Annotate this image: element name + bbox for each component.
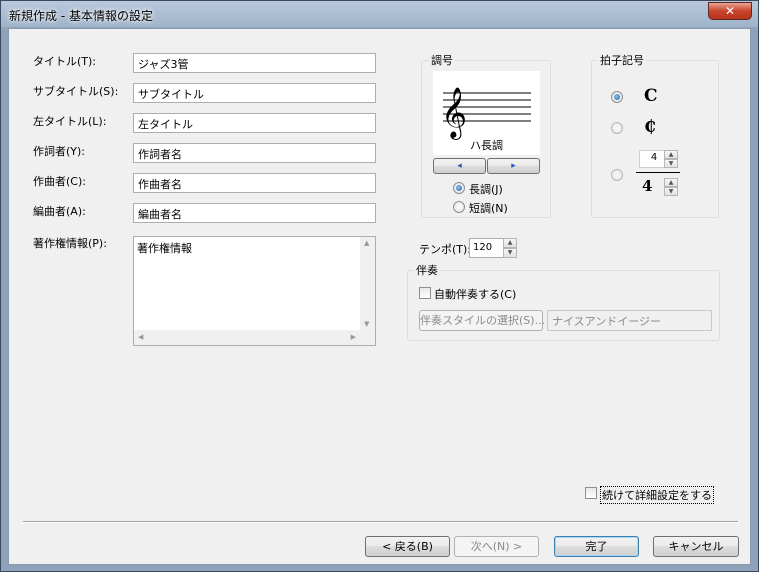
chevron-left-icon: ◂ xyxy=(457,161,462,171)
arranger-input[interactable]: 編曲者名 xyxy=(133,203,376,223)
tempo-input[interactable]: 120 xyxy=(469,238,505,258)
numerator-spinner[interactable]: ▲ ▼ xyxy=(664,150,678,168)
spin-down-icon[interactable]: ▼ xyxy=(664,187,678,196)
back-button[interactable]: < 戻る(B) xyxy=(365,536,450,557)
tempo-spinner[interactable]: ▲ ▼ xyxy=(503,238,517,258)
denominator-spinner[interactable]: ▲ ▼ xyxy=(664,178,678,196)
major-label[interactable]: 長調(J) xyxy=(469,181,503,197)
continue-detail-checkbox[interactable] xyxy=(585,487,597,499)
scroll-right-icon[interactable]: ▶ xyxy=(351,333,356,341)
key-group-title: 調号 xyxy=(429,52,455,68)
subtitle-input[interactable]: サブタイトル xyxy=(133,83,376,103)
left-title-label: 左タイトル(L): xyxy=(33,115,107,128)
time-group-title: 拍子記号 xyxy=(598,52,646,68)
scroll-down-icon[interactable]: ▼ xyxy=(364,320,369,328)
tempo-label: テンポ(T): xyxy=(419,243,472,256)
accompaniment-group: 伴奏 自動伴奏する(C) 伴奏スタイルの選択(S)... ナイスアンドイージー xyxy=(407,262,720,341)
continue-detail-label[interactable]: 続けて詳細設定をする xyxy=(600,486,714,504)
spin-up-icon[interactable]: ▲ xyxy=(664,150,678,159)
chevron-right-icon: ▸ xyxy=(511,161,516,171)
finish-button[interactable]: 完了 xyxy=(554,536,639,557)
vertical-scrollbar[interactable]: ▲ ▼ xyxy=(360,237,375,330)
fraction-bar xyxy=(636,172,680,173)
window-title: 新規作成 - 基本情報の設定 xyxy=(9,9,153,23)
key-prev-button[interactable]: ◂ xyxy=(433,158,486,174)
footer-separator xyxy=(23,521,738,523)
title-label: タイトル(T): xyxy=(33,55,97,68)
close-button[interactable]: ✕ xyxy=(708,2,752,20)
scroll-up-icon[interactable]: ▲ xyxy=(364,239,369,247)
major-radio[interactable] xyxy=(453,182,465,194)
time-signature-group: 拍子記号 C ₵ 4 ▲ ▼ 4 ▲ ▼ xyxy=(591,52,719,218)
next-button[interactable]: 次へ(N) > xyxy=(454,536,539,557)
treble-clef-icon: 𝄞 xyxy=(441,87,467,140)
spin-up-icon[interactable]: ▲ xyxy=(503,238,517,248)
scrollbar-corner xyxy=(360,330,375,345)
accompaniment-group-title: 伴奏 xyxy=(414,262,440,278)
spin-down-icon[interactable]: ▼ xyxy=(664,159,678,168)
custom-time-radio[interactable] xyxy=(611,169,623,181)
copyright-text: 著作権情報 xyxy=(137,242,192,255)
cancel-button[interactable]: キャンセル xyxy=(653,536,739,557)
left-title-input[interactable]: 左タイトル xyxy=(133,113,376,133)
title-bar[interactable]: 新規作成 - 基本情報の設定 ✕ xyxy=(1,1,758,27)
auto-accompaniment-label[interactable]: 自動伴奏する(C) xyxy=(434,286,516,302)
composer-input[interactable]: 作曲者名 xyxy=(133,173,376,193)
key-name: ハ長調 xyxy=(470,139,503,152)
key-next-button[interactable]: ▸ xyxy=(487,158,540,174)
time-denominator: 4 xyxy=(642,177,653,195)
minor-label[interactable]: 短調(N) xyxy=(469,200,508,216)
composer-label: 作曲者(C): xyxy=(33,175,86,188)
common-time-icon: C xyxy=(644,86,658,106)
title-input[interactable]: ジャズ3管 xyxy=(133,53,376,73)
scroll-left-icon[interactable]: ◀ xyxy=(138,333,143,341)
auto-accompaniment-checkbox[interactable] xyxy=(419,287,431,299)
cut-time-icon: ₵ xyxy=(644,117,656,137)
spin-down-icon[interactable]: ▼ xyxy=(503,248,517,258)
dialog-window: 新規作成 - 基本情報の設定 ✕ タイトル(T): ジャズ3管 サブタイトル(S… xyxy=(0,0,759,572)
select-style-button[interactable]: 伴奏スタイルの選択(S)... xyxy=(419,310,545,331)
arranger-label: 編曲者(A): xyxy=(33,205,86,218)
horizontal-scrollbar[interactable]: ◀ ▶ xyxy=(134,330,360,345)
key-preview-panel: 𝄞 ハ長調 xyxy=(433,71,540,155)
spin-up-icon[interactable]: ▲ xyxy=(664,178,678,187)
subtitle-label: サブタイトル(S): xyxy=(33,85,119,98)
common-time-radio[interactable] xyxy=(611,91,623,103)
style-name-field: ナイスアンドイージー xyxy=(547,310,712,331)
copyright-label: 著作権情報(P): xyxy=(33,237,107,250)
cut-time-radio[interactable] xyxy=(611,122,623,134)
minor-radio[interactable] xyxy=(453,201,465,213)
dialog-client-area: タイトル(T): ジャズ3管 サブタイトル(S): サブタイトル 左タイトル(L… xyxy=(8,28,751,565)
key-signature-group: 調号 𝄞 ハ長調 ◂ ▸ 長調(J) 短調(N) xyxy=(421,52,551,218)
close-icon: ✕ xyxy=(724,4,736,18)
copyright-textarea[interactable]: 著作権情報 ▲ ▼ ◀ ▶ xyxy=(133,236,376,346)
lyricist-label: 作詞者(Y): xyxy=(33,145,86,158)
lyricist-input[interactable]: 作詞者名 xyxy=(133,143,376,163)
